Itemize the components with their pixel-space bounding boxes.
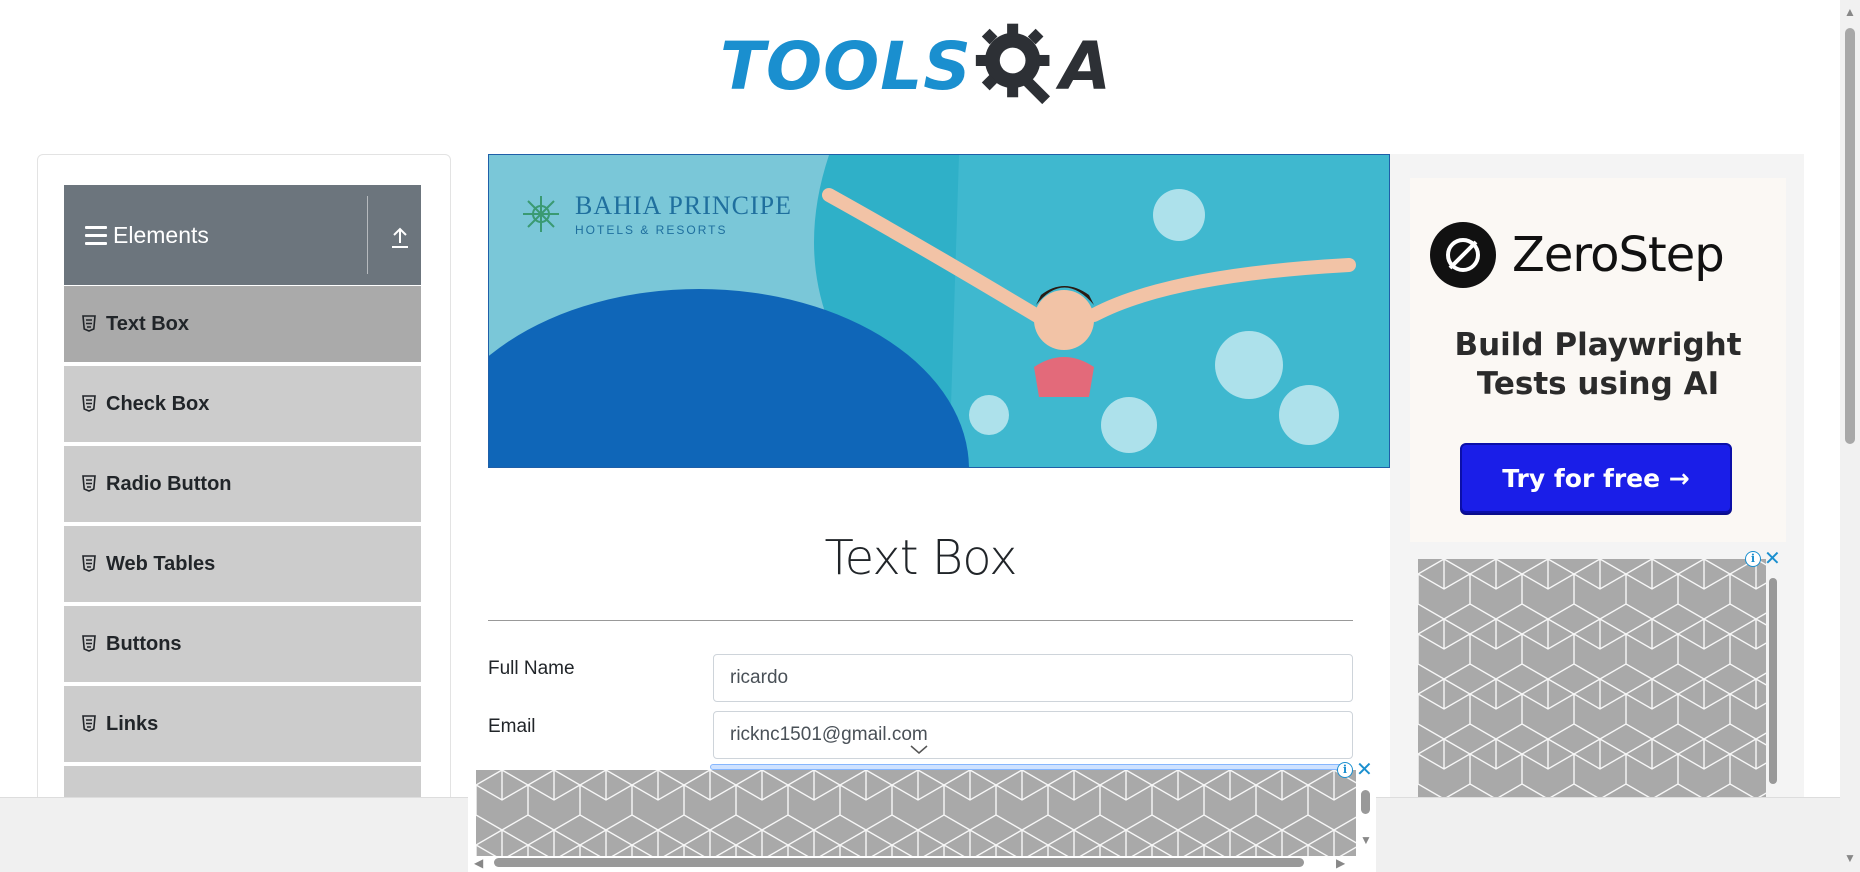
sidebar-item-label: Buttons — [106, 632, 182, 655]
ad-scrollbar[interactable] — [1769, 578, 1777, 784]
page-scroll-down-arrow-icon[interactable]: ▼ — [1844, 852, 1856, 864]
full-name-label: Full Name — [488, 658, 575, 679]
hotel-banner-ad[interactable]: BAHIA PRINCIPE HOTELS & RESORTS — [488, 154, 1390, 468]
sidebar-item-label: Links — [106, 712, 159, 735]
page-title: Text Box — [824, 530, 1017, 586]
ad-scrollbar-horizontal[interactable] — [494, 858, 1304, 867]
ad-info-icon[interactable]: i — [1337, 762, 1353, 778]
page: TOOLS A Elements Text Box Check Box Radi… — [0, 0, 1860, 872]
elements-group-header[interactable]: Elements — [64, 185, 421, 285]
zerostep-headline: Build Playwright Tests using AI — [1454, 327, 1742, 402]
banner-brand: BAHIA PRINCIPE HOTELS & RESORTS — [519, 191, 792, 237]
collapse-up-icon[interactable] — [389, 221, 411, 251]
zerostep-logo: ZeroStep — [1430, 222, 1725, 288]
sidebar-item-label: Web Tables — [106, 552, 216, 575]
zerostep-brand: ZeroStep — [1512, 227, 1725, 283]
header-divider — [367, 196, 368, 274]
sidebar-item-links[interactable]: Links — [64, 686, 421, 764]
email-input[interactable] — [713, 711, 1353, 759]
logo-a-text: A — [1059, 27, 1111, 105]
zerostep-logo-icon — [1430, 222, 1496, 288]
ad-close-icon[interactable]: ✕ — [1356, 760, 1373, 780]
scroll-right-arrow-icon[interactable]: ▶ — [1336, 857, 1345, 869]
html5-icon — [82, 395, 96, 412]
gear-magnifier-icon — [975, 23, 1050, 105]
ad-close-icon[interactable]: ✕ — [1764, 549, 1781, 569]
toolsqa-logo[interactable]: TOOLS A — [720, 18, 1125, 114]
sidebar-item-text-box[interactable]: Text Box — [64, 286, 421, 364]
html5-icon — [82, 475, 96, 492]
html5-icon — [82, 315, 96, 332]
sidebar-item-buttons[interactable]: Buttons — [64, 606, 421, 684]
hamburger-icon — [85, 225, 107, 245]
banner-brand-sub: HOTELS & RESORTS — [575, 223, 728, 237]
scroll-left-arrow-icon[interactable]: ◀ — [474, 857, 483, 869]
ad-scrollbar-vertical[interactable] — [1361, 790, 1370, 814]
try-for-free-button[interactable]: Try for free → — [1460, 443, 1732, 513]
html5-icon — [82, 555, 96, 572]
ad-info-icon[interactable]: i — [1745, 551, 1761, 567]
sidebar-item-radio-button[interactable]: Radio Button — [64, 446, 421, 524]
scroll-down-arrow-icon[interactable]: ▼ — [1360, 834, 1372, 846]
full-name-input[interactable] — [713, 654, 1353, 702]
sidebar-item-label: Text Box — [106, 312, 189, 335]
bottom-ad-tile-pattern — [476, 770, 1356, 856]
html5-icon — [82, 635, 96, 652]
cube-pattern — [476, 770, 1356, 856]
sidebar-item-web-tables[interactable]: Web Tables — [64, 526, 421, 604]
sidebar-item-check-box[interactable]: Check Box — [64, 366, 421, 444]
title-divider — [488, 620, 1353, 621]
page-scrollbar-thumb[interactable] — [1845, 28, 1855, 444]
sidebar-item-label: Radio Button — [106, 472, 232, 495]
page-scroll-up-arrow-icon[interactable]: ▲ — [1844, 6, 1856, 18]
email-label: Email — [488, 716, 536, 737]
chevron-down-icon — [910, 745, 928, 754]
banner-brand-name: BAHIA PRINCIPE — [575, 191, 792, 220]
sidebar-item-label: Check Box — [106, 392, 210, 415]
html5-icon — [82, 715, 96, 732]
logo-tools-text: TOOLS — [720, 27, 972, 105]
group-title: Elements — [113, 221, 209, 248]
